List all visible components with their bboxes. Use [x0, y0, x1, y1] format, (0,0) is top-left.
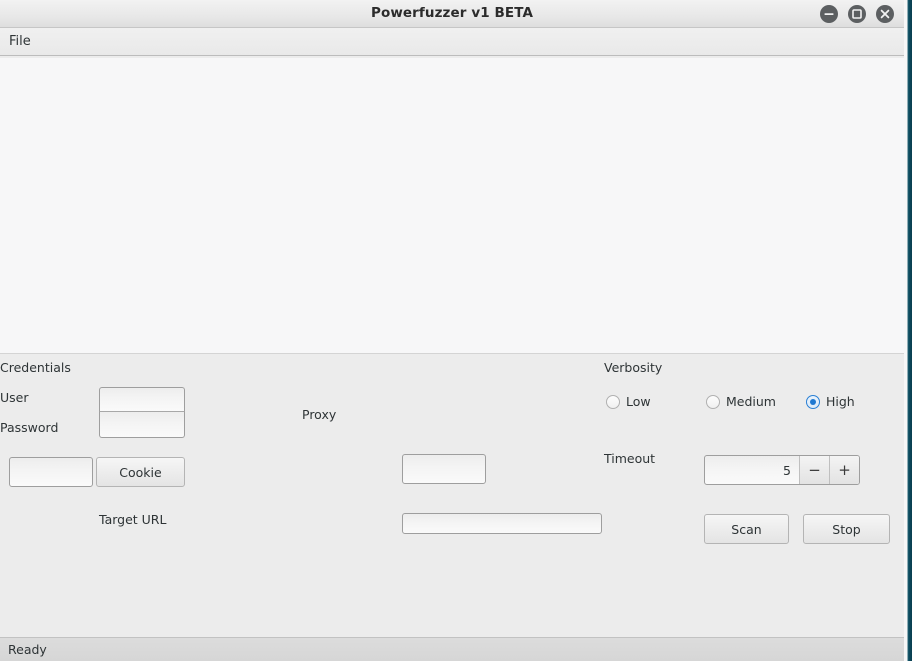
user-label: User — [0, 390, 29, 405]
window-title: Powerfuzzer v1 BETA — [370, 5, 534, 21]
radio-verbosity-high[interactable]: High — [806, 394, 855, 409]
timeout-decrement-button[interactable]: − — [799, 456, 829, 484]
target-url-label: Target URL — [99, 512, 167, 527]
settings-form-area: Credentials User Password Cookie Target … — [0, 355, 904, 637]
minimize-button[interactable] — [820, 5, 838, 23]
radio-verbosity-low[interactable]: Low — [606, 394, 651, 409]
radio-mark-high — [806, 394, 820, 409]
credentials-group-label: Credentials — [0, 360, 71, 375]
scan-output-panel[interactable] — [0, 58, 904, 354]
maximize-icon — [852, 9, 862, 19]
radio-label-medium: Medium — [726, 394, 776, 409]
menu-bar: File — [0, 28, 904, 56]
minimize-icon — [824, 13, 834, 15]
menu-item-file[interactable]: File — [0, 28, 40, 55]
cookie-button[interactable]: Cookie — [96, 457, 185, 487]
timeout-increment-button[interactable]: + — [829, 456, 859, 484]
maximize-button[interactable] — [848, 5, 866, 23]
timeout-spinner[interactable]: 5 − + — [704, 455, 860, 485]
timeout-label: Timeout — [604, 451, 656, 466]
window-controls — [820, 5, 894, 23]
radio-mark-low — [606, 394, 620, 409]
password-input[interactable] — [99, 412, 185, 438]
verbosity-group-label: Verbosity — [604, 360, 663, 375]
window-edge-strip — [904, 0, 912, 661]
target-url-input[interactable] — [402, 513, 602, 534]
user-input[interactable] — [99, 387, 185, 412]
scan-button[interactable]: Scan — [704, 514, 789, 544]
radio-mark-medium — [706, 394, 720, 409]
status-text: Ready — [8, 642, 47, 657]
radio-label-high: High — [826, 394, 855, 409]
radio-verbosity-medium[interactable]: Medium — [706, 394, 776, 409]
radio-label-low: Low — [626, 394, 651, 409]
cookie-input[interactable] — [9, 457, 93, 487]
password-label: Password — [0, 420, 59, 435]
proxy-input[interactable] — [402, 454, 486, 484]
status-bar: Ready — [0, 637, 904, 661]
stop-button[interactable]: Stop — [803, 514, 890, 544]
close-button[interactable] — [876, 5, 894, 23]
close-icon — [880, 9, 890, 19]
proxy-label: Proxy — [302, 407, 337, 422]
timeout-input[interactable]: 5 — [705, 456, 799, 484]
title-bar: Powerfuzzer v1 BETA — [0, 0, 904, 28]
application-window: Powerfuzzer v1 BETA File Credentials Use… — [0, 0, 912, 661]
